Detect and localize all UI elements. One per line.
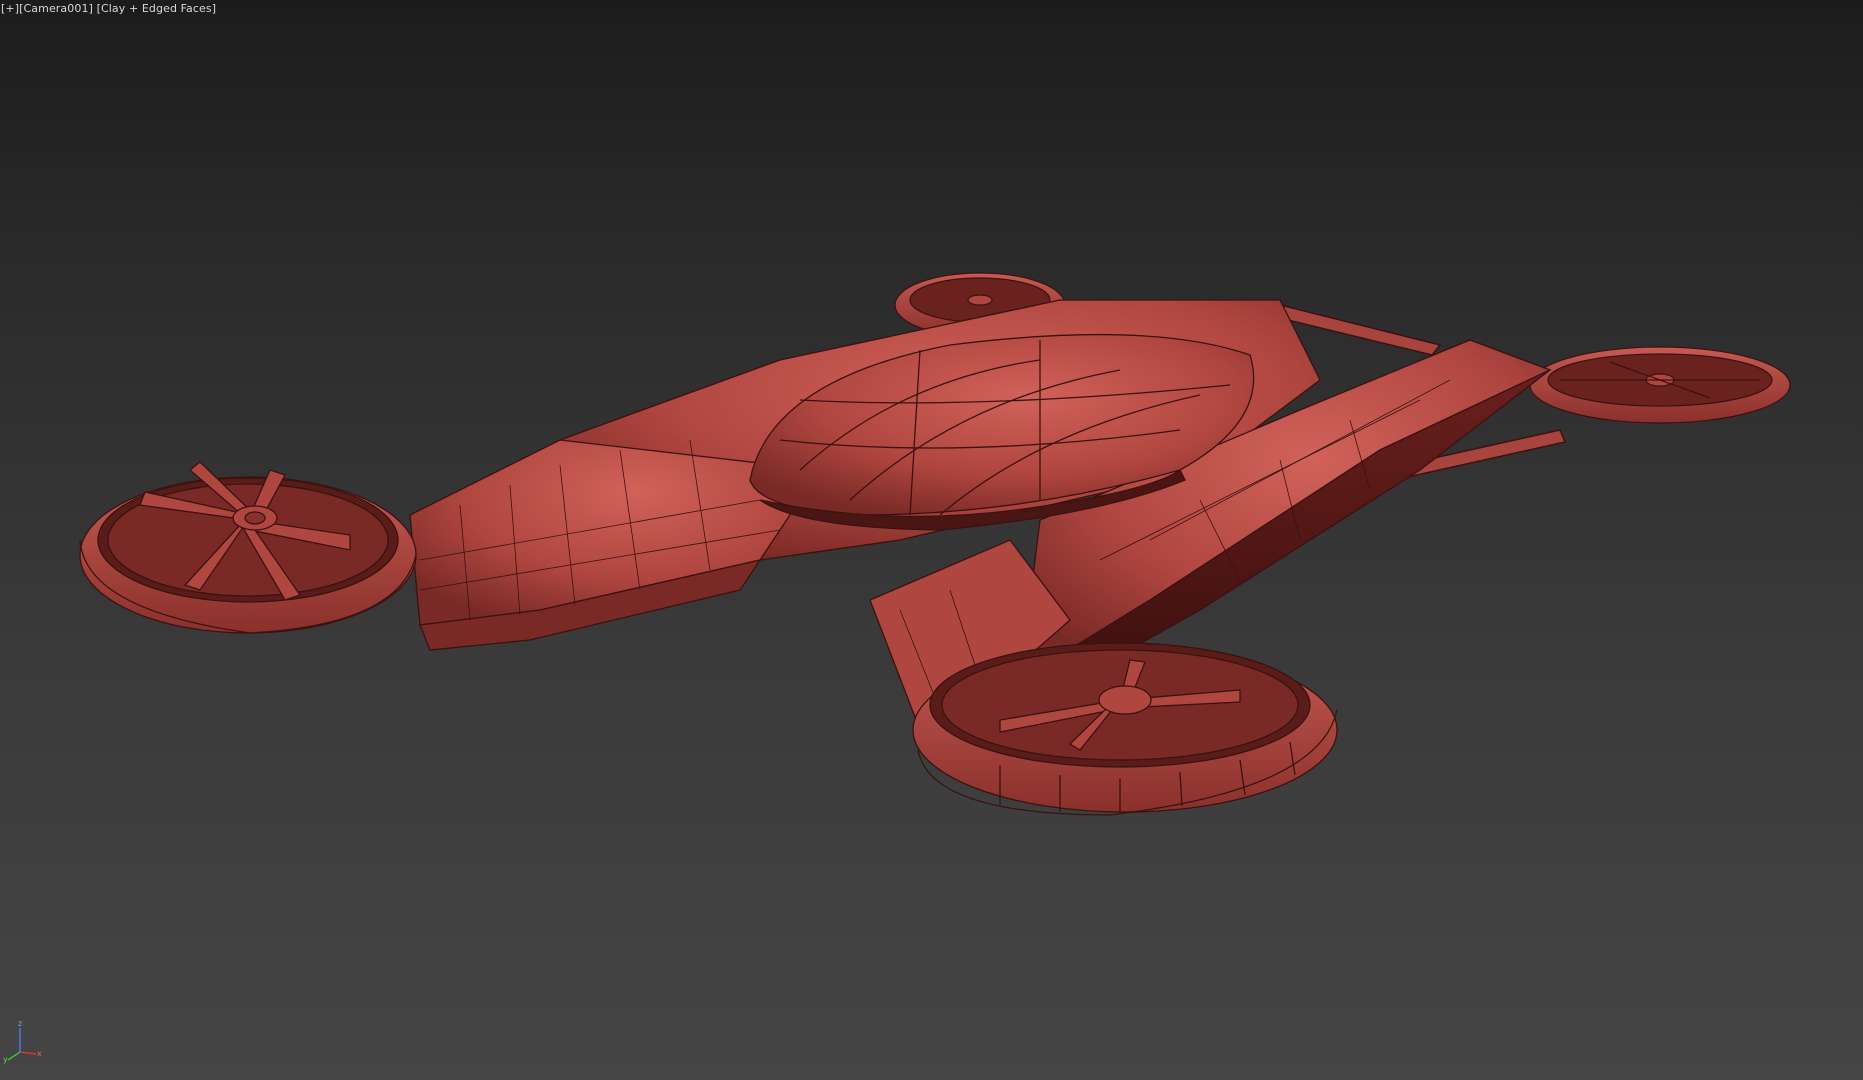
y-axis-label: y xyxy=(3,1055,8,1064)
axis-gizmo: z x y xyxy=(3,1019,42,1064)
viewport-camera001[interactable]: [+][Camera001] [Clay + Edged Faces] z x … xyxy=(0,0,1863,1080)
rotor-back-right[interactable] xyxy=(1529,346,1791,424)
x-axis-line xyxy=(19,1051,37,1055)
viewport-label: [+][Camera001] [Clay + Edged Faces] xyxy=(1,2,216,15)
y-axis-line xyxy=(7,1051,21,1061)
camera-selector[interactable]: [Camera001] xyxy=(19,2,93,15)
rotor-front-right[interactable] xyxy=(912,642,1338,816)
x-axis-label: x xyxy=(37,1049,42,1058)
shading-mode-selector[interactable]: [Clay + Edged Faces] xyxy=(97,2,217,15)
z-axis-label: z xyxy=(18,1019,22,1028)
rotor-front-left[interactable] xyxy=(79,461,417,634)
viewport-menu-button[interactable]: [+] xyxy=(1,2,19,15)
drone-model[interactable] xyxy=(0,0,1863,1080)
